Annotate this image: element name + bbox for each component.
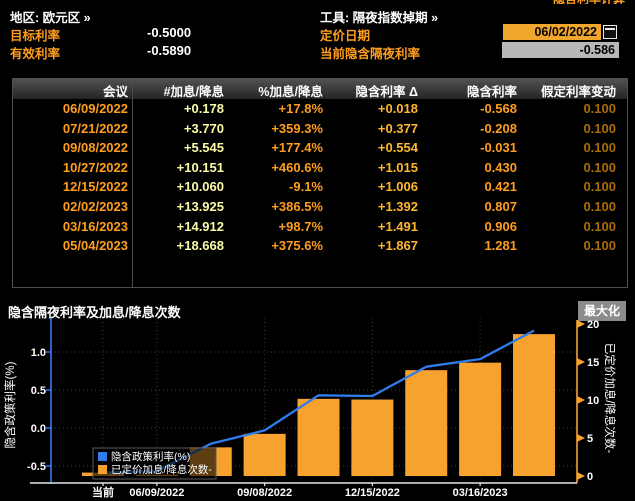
legend-label[interactable]: 隐含政策利率(%) <box>111 450 190 463</box>
right-tick-label: 20 <box>587 319 599 331</box>
legend-label[interactable]: 已定价加息/降息次数- <box>111 463 212 476</box>
legend-swatch <box>98 465 107 474</box>
priced-hikes-bar <box>405 370 447 476</box>
right-tick-arrow <box>577 320 585 328</box>
right-tick-arrow <box>577 396 585 404</box>
right-tick-arrow <box>577 358 585 366</box>
x-tick-label: 09/08/2022 <box>237 487 292 499</box>
legend-swatch <box>98 452 107 461</box>
priced-hikes-bar <box>298 399 340 476</box>
x-tick-label: 06/09/2022 <box>129 487 184 499</box>
left-axis-title: 隐含政策利率(%) <box>3 361 17 448</box>
right-tick-label: 0 <box>587 471 593 483</box>
priced-hikes-bar <box>459 363 501 476</box>
right-tick-arrow <box>577 472 585 480</box>
right-tick-label: 5 <box>587 433 593 445</box>
priced-hikes-bar <box>513 334 555 476</box>
chart-legend[interactable]: 隐含政策利率(%)已定价加息/降息次数- <box>93 448 216 479</box>
wirp-screen: { "top": { "clipped_text": "隐含利率计算", "re… <box>0 0 635 501</box>
x-tick-label: 12/15/2022 <box>345 487 400 499</box>
right-tick-arrow <box>577 434 585 442</box>
left-tick-label: 0.0 <box>31 423 46 435</box>
x-tick-label: 当前 <box>92 485 114 499</box>
left-tick-label: 1.0 <box>31 347 46 359</box>
left-tick-label: -0.5 <box>27 461 46 473</box>
x-tick-label: 03/16/2023 <box>453 487 508 499</box>
rate-chart: 1.0 0.5 0.0 -0.5 20 15 10 5 0 当前 06/09/2022 09/08/2… <box>0 0 635 501</box>
priced-hikes-bar <box>351 400 393 476</box>
right-tick-label: 10 <box>587 395 599 407</box>
right-tick-label: 15 <box>587 357 599 369</box>
left-tick-label: 0.5 <box>31 385 46 397</box>
right-axis-title: 已定价加息/降息次数- <box>603 343 617 454</box>
priced-hikes-bar <box>244 434 286 476</box>
